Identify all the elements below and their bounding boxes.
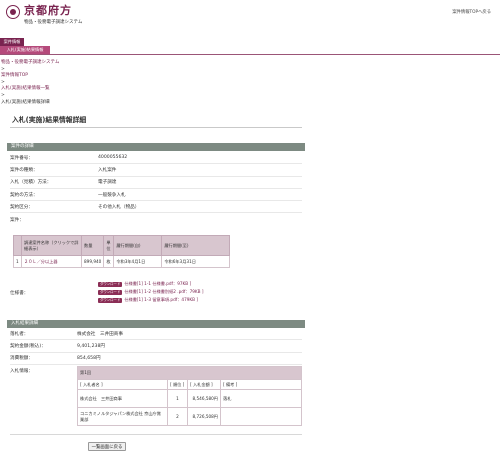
case-number-label: 案件番号： (10, 155, 33, 161)
bid-remarks (220, 407, 302, 426)
bids-table: 第1回 [ 入札者名 ] [ 順位 ] [ 入札金額 ] [ 備考 ] 株式会社… (77, 366, 302, 426)
item-no: 1 (13, 255, 22, 268)
download-badge: ダウンロード (98, 289, 123, 295)
contract-amount-value: 9,401,238円 (77, 343, 105, 349)
items-header: 単位 (103, 235, 115, 256)
items-header (13, 235, 22, 256)
tab-bid-results[interactable]: 入札(実施)結果情報 (0, 46, 50, 54)
spec-file-link[interactable]: 仕様書[1] 1-2 仕様書別紙2 .pdf：79KB ] (124, 289, 203, 295)
back-to-list-button[interactable]: 一覧画面に戻る (88, 442, 126, 451)
spec-file-item[interactable]: ダウンロード 仕様書[1] 1-3 留意事項.pdf：479KB ] (98, 297, 198, 303)
case-row: 案件の種類： 入札案件 (10, 164, 302, 177)
result-row: 落札者： 株式会社 三井田商事 (10, 328, 302, 341)
logo: 京都府方 物品・役務電子調達システム (6, 5, 82, 25)
case-type-label: 案件の種類： (10, 167, 38, 173)
winner-value: 株式会社 三井田商事 (77, 331, 123, 337)
spec-label: 仕様書： (10, 291, 29, 296)
bids-header: [ 入札金額 ] (187, 379, 221, 390)
items-header: 履行期間(自) (113, 235, 163, 256)
case-details: 案件番号： 4000055632 案件の種類： 入札案件 入札（見積）方法： 電… (10, 152, 302, 226)
winner-label: 落札者： (10, 331, 29, 337)
items-header-row: 調達案件名称（クリックで詳細表示） 数量 単位 履行期間(自) 履行期間(至) (13, 235, 230, 256)
bid-method-label: 入札（見積）方法： (10, 180, 52, 186)
bid-remarks: 落札 (220, 389, 302, 408)
breadcrumb: 物品・役務電子調達システム > 案件情報TOP > 入札(実施)結果情報一覧 >… (1, 60, 59, 106)
system-name: 物品・役務電子調達システム (24, 20, 83, 25)
result-row: 消費税額： 854,658円 (10, 353, 302, 365)
nav-tabs: 案件情報 入札(実施)結果情報 (0, 38, 50, 54)
title-divider (10, 127, 302, 128)
contract-amount-label: 契約金額(税込)： (10, 343, 46, 349)
item-unit: 枚 (103, 255, 115, 268)
case-row: 契約区分： その他入札（物品） (10, 201, 302, 214)
contract-method-value: 一般競争入札 (98, 192, 126, 198)
spec-file-link[interactable]: 仕様書[1] 1-3 留意事項.pdf：479KB ] (124, 297, 198, 303)
bidder-name: コニカミノルタジャパン株式会社 京山庁賞業部 (77, 407, 168, 426)
result-section-heading: 入札結果詳細 (7, 320, 305, 328)
case-row: 案件番号： 4000055632 (10, 152, 302, 165)
case-row: 案件： (10, 213, 302, 225)
contract-method-label: 契約の方法： (10, 192, 38, 198)
bid-round: 第1回 (77, 366, 302, 380)
case-row: 入札（見積）方法： 電子調達 (10, 177, 302, 189)
items-table: 調達案件名称（クリックで詳細表示） 数量 単位 履行期間(自) 履行期間(至) … (13, 235, 230, 268)
contract-class-label: 契約区分： (10, 204, 33, 210)
bottom-divider (10, 434, 302, 435)
case-items-label: 案件： (10, 217, 24, 223)
case-row: 契約の方法： 一般競争入札 (10, 189, 302, 202)
header: 京都府方 物品・役務電子調達システム 案件情報TOPへ戻る (0, 0, 500, 36)
spec-file-item[interactable]: ダウンロード 仕様書[1] 1-2 仕様書別紙2 .pdf：79KB ] (98, 289, 204, 295)
breadcrumb-result-list[interactable]: 入札(実施)結果情報一覧 (1, 86, 59, 93)
breadcrumb-current: 入札(実施)結果情報詳細 (1, 99, 50, 105)
bid-rank: 2 (167, 407, 188, 426)
bid-info-label: 入札情報： (10, 369, 33, 375)
page-title: 入札(実施)結果情報詳細 (12, 116, 87, 124)
item-period-start: 令和3年4月1日 (113, 255, 163, 268)
item-quantity: 899,940 (80, 255, 105, 268)
table-row: 1 ２０Ｌ／分以上器 899,940 枚 令和3年4月1日 令和6年3月31日 (13, 255, 230, 268)
back-to-top-link[interactable]: 案件情報TOPへ戻る (452, 9, 491, 15)
bid-method-value: 電子調達 (98, 180, 117, 186)
logo-title: 京都府方 (24, 4, 72, 17)
table-row: 株式会社 三井田商事 1 8,546,580円 落札 (77, 389, 302, 408)
bids-header: [ 入札者名 ] (77, 379, 168, 390)
bid-amount: 8,546,580円 (187, 389, 221, 408)
bids-header-row: [ 入札者名 ] [ 順位 ] [ 入札金額 ] [ 備考 ] (77, 379, 302, 390)
item-period-end: 令和6年3月31日 (161, 255, 230, 268)
breadcrumb-separator: > (1, 92, 5, 98)
download-badge: ダウンロード (98, 281, 123, 287)
case-number-value: 4000055632 (98, 155, 128, 161)
spec-file-link[interactable]: 仕様書[1] 1-1 仕様書.pdf：97KB ] (124, 281, 191, 287)
table-row: コニカミノルタジャパン株式会社 京山庁賞業部 2 8,726,508円 (77, 407, 302, 426)
breadcrumb-system[interactable]: 物品・役務電子調達システム (1, 60, 59, 67)
item-name-link[interactable]: ２０Ｌ／分以上器 (21, 255, 82, 268)
contract-class-value: その他入札（物品） (98, 204, 140, 210)
bidder-name: 株式会社 三井田商事 (77, 389, 168, 408)
case-section-heading: 案件の詳細 (7, 143, 305, 151)
bid-amount: 8,726,508円 (187, 407, 221, 426)
bids-round-row: 第1回 (77, 366, 302, 380)
breadcrumb-case-top[interactable]: 案件情報TOP (1, 73, 59, 80)
spec-file-item[interactable]: ダウンロード 仕様書[1] 1-1 仕様書.pdf：97KB ] (98, 281, 191, 287)
download-badge: ダウンロード (98, 297, 123, 303)
tax-amount-value: 854,658円 (77, 356, 101, 362)
tax-amount-label: 消費税額： (10, 356, 33, 362)
nav-divider (0, 54, 500, 55)
bid-rank: 1 (167, 389, 188, 408)
tab-case-info[interactable]: 案件情報 (0, 38, 24, 46)
bids-header: [ 順位 ] (167, 379, 188, 390)
items-header: 履行期間(至) (161, 235, 230, 256)
bids-header: [ 備考 ] (220, 379, 302, 390)
items-header: 数量 (80, 235, 105, 256)
result-row: 契約金額(税込)： 9,401,238円 (10, 340, 302, 353)
case-type-value: 入札案件 (98, 167, 117, 173)
items-header: 調達案件名称（クリックで詳細表示） (21, 235, 82, 256)
emblem-icon (6, 5, 20, 19)
